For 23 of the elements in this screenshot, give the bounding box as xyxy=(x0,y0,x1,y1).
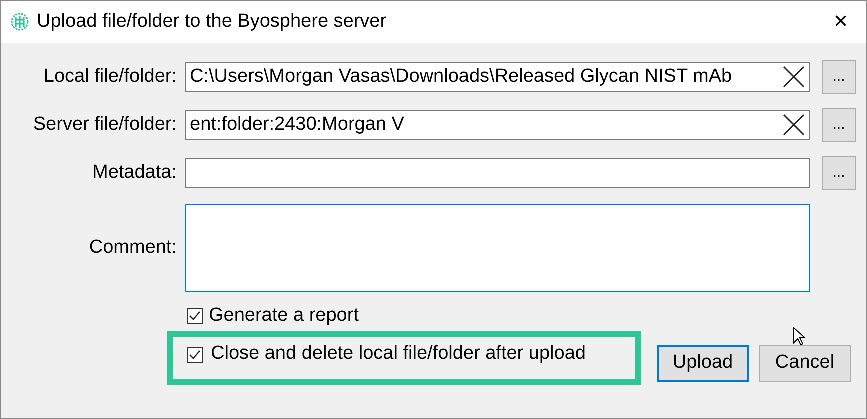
checkbox-label: Generate a report xyxy=(209,304,359,328)
text-field[interactable] xyxy=(185,158,810,188)
text-field[interactable]: C:\Users\Morgan Vasas\Downloads\Released Glycan NIST mAb xyxy=(185,62,810,92)
pointer-icon xyxy=(793,327,807,347)
window-title: Upload file/folder to the Byosphere server xyxy=(37,10,388,34)
dialog-button[interactable]: Upload xyxy=(657,344,749,382)
field-label: Local file/folder: xyxy=(42,64,177,89)
dialog-button[interactable]: Cancel xyxy=(759,344,851,382)
field-label: Metadata: xyxy=(92,160,177,185)
app-logo-icon xyxy=(11,13,29,31)
browse-button[interactable]: ... xyxy=(822,60,856,94)
field-label: Server file/folder: xyxy=(32,112,177,137)
checkbox[interactable] xyxy=(187,308,203,324)
clear-icon[interactable] xyxy=(781,112,807,138)
checkbox-label: Close and delete local file/folder after upload xyxy=(211,342,586,366)
checkbox[interactable] xyxy=(187,346,203,362)
clear-icon[interactable] xyxy=(781,64,807,90)
browse-button[interactable]: ... xyxy=(822,156,856,190)
close-button[interactable]: × xyxy=(826,10,856,34)
field-label: Comment: xyxy=(88,236,177,260)
browse-button[interactable]: ... xyxy=(822,108,856,142)
comment-field[interactable] xyxy=(185,204,810,292)
text-field[interactable]: ent:folder:2430:Morgan V xyxy=(185,110,810,140)
